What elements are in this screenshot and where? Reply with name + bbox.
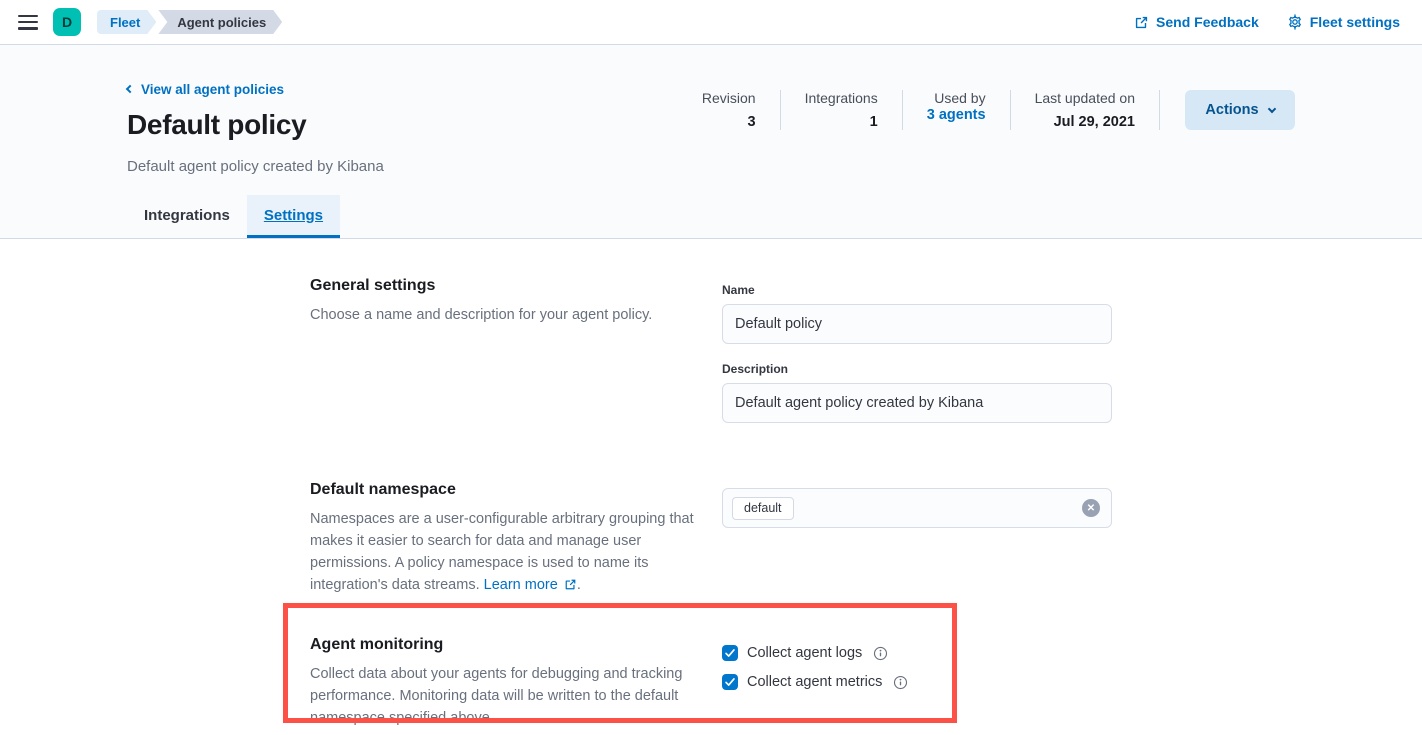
sentence-period: . [577, 577, 581, 593]
tab-bar: Integrations Settings [127, 195, 1295, 238]
stat-last-updated: Last updated on Jul 29, 2021 [1011, 90, 1160, 130]
actions-button[interactable]: Actions [1185, 90, 1295, 130]
collect-agent-logs-label: Collect agent logs [747, 645, 862, 661]
description-input[interactable] [722, 383, 1112, 423]
section-general-settings: General settings Choose a name and descr… [310, 277, 1112, 441]
breadcrumb: Fleet Agent policies [97, 10, 282, 34]
namespace-combobox[interactable]: default ✕ [722, 488, 1112, 528]
info-icon[interactable] [893, 675, 908, 690]
learn-more-link[interactable]: Learn more [484, 577, 577, 593]
page-title: Default policy [127, 109, 384, 141]
stat-label: Integrations [805, 90, 878, 106]
gear-icon [1287, 14, 1303, 30]
breadcrumb-fleet[interactable]: Fleet [97, 10, 156, 34]
general-settings-description: Choose a name and description for your a… [310, 304, 700, 326]
stat-value: Jul 29, 2021 [1035, 114, 1135, 130]
topbar-actions: Send Feedback Fleet settings [1134, 14, 1406, 30]
chevron-down-icon [1267, 104, 1275, 112]
name-field-label: Name [722, 283, 1112, 297]
stat-value: 3 [702, 114, 756, 130]
stat-value: 1 [805, 114, 878, 130]
stat-revision: Revision 3 [678, 90, 781, 130]
back-link-label: View all agent policies [141, 82, 284, 97]
default-namespace-description: Namespaces are a user-configurable arbit… [310, 508, 700, 596]
back-link[interactable]: View all agent policies [127, 82, 284, 97]
send-feedback-label: Send Feedback [1156, 14, 1259, 30]
stat-integrations: Integrations 1 [781, 90, 903, 130]
header-right: Revision 3 Integrations 1 Used by 3 agen… [678, 90, 1295, 130]
collect-agent-metrics-checkbox[interactable] [722, 674, 738, 690]
stat-label: Last updated on [1035, 90, 1135, 106]
policy-stats: Revision 3 Integrations 1 Used by 3 agen… [678, 90, 1160, 130]
chevron-left-icon [126, 85, 134, 93]
default-namespace-title: Default namespace [310, 481, 700, 499]
agent-monitoring-description: Collect data about your agents for debug… [310, 663, 700, 729]
description-field-label: Description [722, 362, 1112, 376]
general-settings-title: General settings [310, 277, 700, 295]
breadcrumb-agent-policies: Agent policies [158, 10, 282, 34]
tab-integrations[interactable]: Integrations [127, 195, 247, 238]
collect-agent-metrics-label: Collect agent metrics [747, 674, 882, 690]
external-link-icon [564, 578, 577, 591]
send-feedback-link[interactable]: Send Feedback [1134, 14, 1259, 30]
space-avatar[interactable]: D [53, 8, 81, 36]
tab-settings[interactable]: Settings [247, 195, 340, 238]
external-link-icon [1134, 15, 1149, 30]
section-default-namespace: Default namespace Namespaces are a user-… [310, 481, 1112, 596]
page-header: View all agent policies Default policy D… [0, 45, 1422, 239]
stat-used-by: Used by 3 agents [903, 90, 1011, 130]
collect-agent-metrics-row: Collect agent metrics [722, 674, 1112, 690]
collect-agent-logs-checkbox[interactable] [722, 645, 738, 661]
settings-panel: General settings Choose a name and descr… [0, 239, 1422, 729]
agent-monitoring-title: Agent monitoring [310, 636, 700, 654]
top-bar: D Fleet Agent policies Send Feedback Fle… [0, 0, 1422, 45]
fleet-settings-link[interactable]: Fleet settings [1287, 14, 1400, 30]
agents-link[interactable]: 3 agents [927, 107, 986, 123]
clear-namespace-button[interactable]: ✕ [1082, 499, 1100, 517]
actions-button-label: Actions [1205, 102, 1258, 118]
stat-label: Used by [927, 90, 986, 106]
fleet-settings-label: Fleet settings [1310, 14, 1400, 30]
stat-label: Revision [702, 90, 756, 106]
header-left: View all agent policies Default policy D… [127, 79, 384, 175]
page-subtitle: Default agent policy created by Kibana [127, 158, 384, 175]
name-input[interactable] [722, 304, 1112, 344]
menu-icon[interactable] [18, 15, 38, 30]
info-icon[interactable] [873, 646, 888, 661]
learn-more-label: Learn more [484, 577, 558, 593]
section-agent-monitoring: Agent monitoring Collect data about your… [310, 636, 1112, 729]
collect-agent-logs-row: Collect agent logs [722, 645, 1112, 661]
namespace-tag[interactable]: default [732, 497, 794, 520]
